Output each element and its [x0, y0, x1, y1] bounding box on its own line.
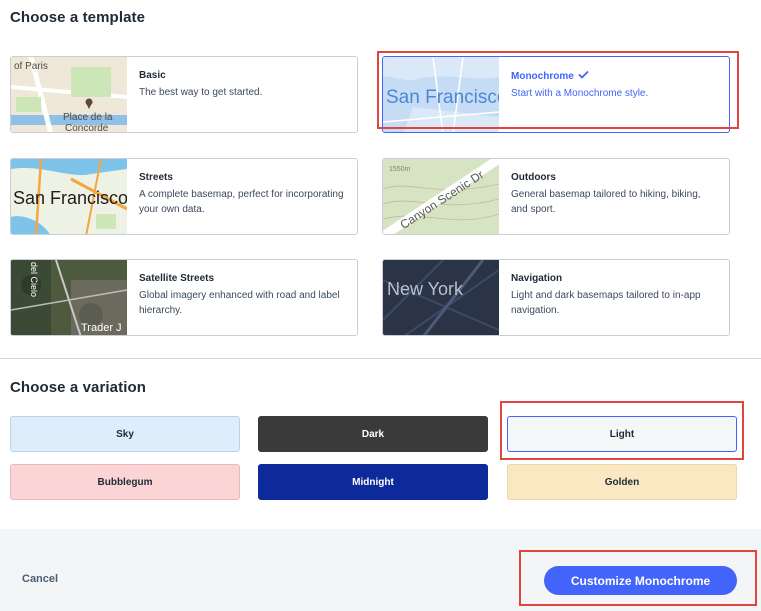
template-card-navigation[interactable]: New York Navigation Light and dark basem…: [382, 259, 730, 336]
template-card-basic[interactable]: of Paris Place de la Concorde Basic The …: [10, 56, 358, 133]
customize-button[interactable]: Customize Monochrome: [544, 566, 737, 595]
streets-thumb-label: San Francisco: [13, 188, 127, 208]
variation-dark[interactable]: Dark: [258, 416, 488, 452]
streets-title: Streets: [139, 172, 173, 183]
satellite-thumb-label: Trader J: [81, 322, 122, 334]
monochrome-thumb-label: San Francisco: [386, 87, 499, 108]
basic-thumb-label-1: of Paris: [14, 61, 48, 72]
section-divider: [0, 358, 761, 359]
streets-description: A complete basemap, perfect for incorpor…: [139, 189, 344, 215]
template-card-streets[interactable]: San Francisco Streets A complete basemap…: [10, 158, 358, 235]
satellite-streets-title: Satellite Streets: [139, 273, 215, 284]
variation-sky[interactable]: Sky: [10, 416, 240, 452]
variation-light[interactable]: Light: [507, 416, 737, 452]
basic-thumb-label-3: Concorde: [65, 123, 109, 132]
outdoors-title: Outdoors: [511, 172, 556, 183]
variation-heading: Choose a variation: [10, 379, 147, 396]
basic-thumb-label-2: Place de la: [63, 112, 113, 123]
monochrome-thumbnail: San Francisco: [383, 57, 499, 132]
satellite-streets-description: Global imagery enhanced with road and la…: [139, 290, 340, 316]
monochrome-title: Monochrome: [511, 70, 648, 82]
outdoors-elevation-label: 1550m: [389, 166, 411, 173]
template-card-monochrome[interactable]: San Francisco Monochrome Start with a Mo…: [382, 56, 730, 133]
template-card-satellite-streets[interactable]: del Cielo Trader J Satellite Streets Glo…: [10, 259, 358, 336]
variation-midnight[interactable]: Midnight: [258, 464, 488, 500]
variation-bubblegum[interactable]: Bubblegum: [10, 464, 240, 500]
outdoors-description: General basemap tailored to hiking, biki…: [511, 189, 701, 215]
basic-thumbnail: of Paris Place de la Concorde: [11, 57, 127, 132]
basic-title: Basic: [139, 70, 166, 81]
outdoors-thumbnail: Canyon Scenic Dr 1550m: [383, 159, 499, 234]
satellite-thumbnail: del Cielo Trader J: [11, 260, 127, 335]
navigation-thumbnail: New York: [383, 260, 499, 335]
monochrome-description: Start with a Monochrome style.: [511, 88, 649, 99]
cancel-button[interactable]: Cancel: [22, 573, 58, 585]
navigation-thumb-label: New York: [387, 279, 464, 299]
streets-thumbnail: San Francisco: [11, 159, 127, 234]
template-card-outdoors[interactable]: Canyon Scenic Dr 1550m Outdoors General …: [382, 158, 730, 235]
variation-golden[interactable]: Golden: [507, 464, 737, 500]
checkmark-icon: [578, 70, 589, 82]
satellite-thumb-label-2: del Cielo: [29, 262, 39, 297]
navigation-description: Light and dark basemaps tailored to in-a…: [511, 290, 701, 316]
basic-description: The best way to get started.: [139, 87, 263, 98]
template-heading: Choose a template: [10, 9, 146, 26]
navigation-title: Navigation: [511, 273, 563, 284]
